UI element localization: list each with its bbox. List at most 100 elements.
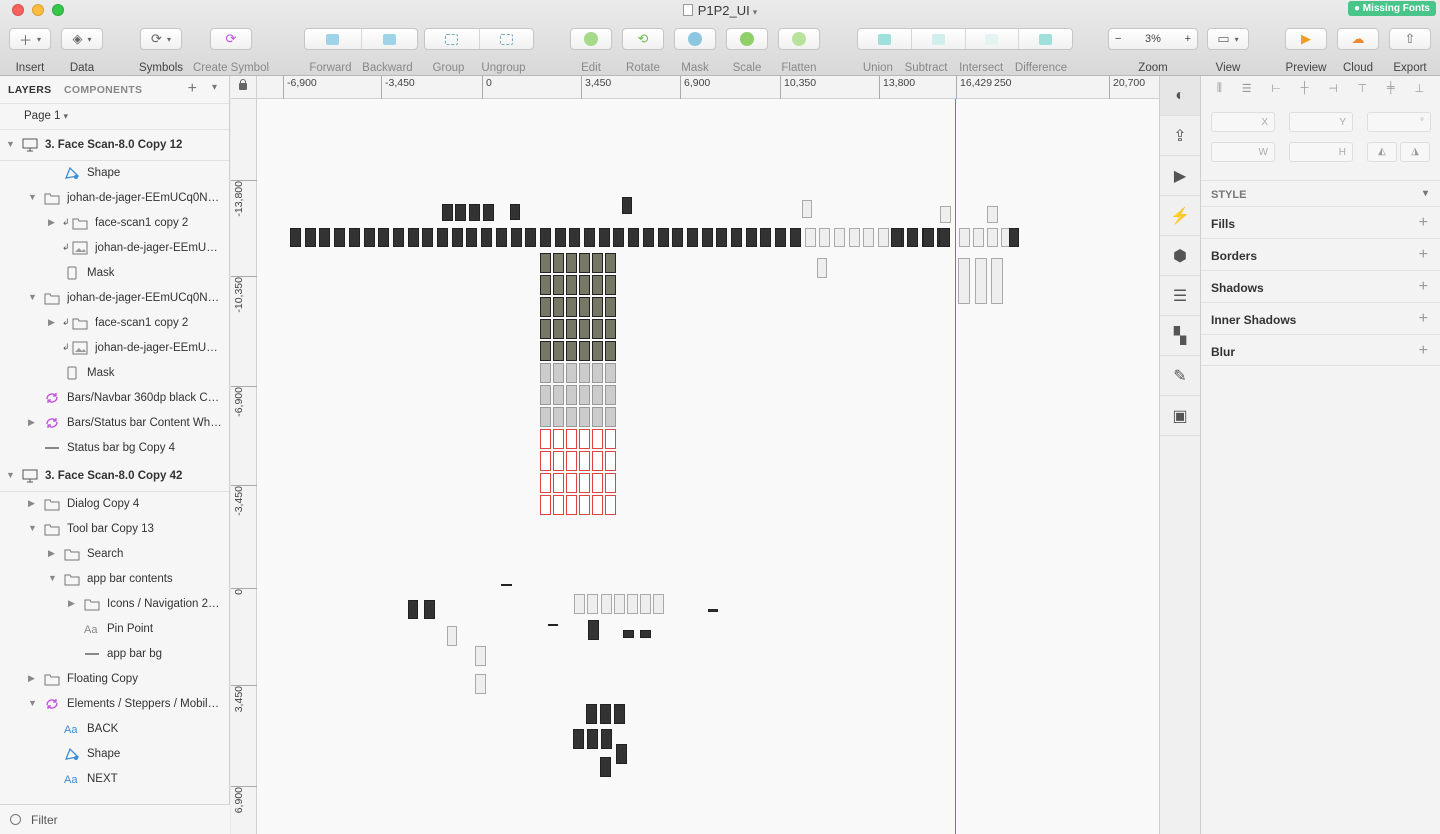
- layer-row[interactable]: ▶ Bars/Status bar Content Whit...: [0, 411, 229, 436]
- layer-row[interactable]: app bar bg: [0, 642, 229, 667]
- artboard-thumbnail[interactable]: [802, 200, 812, 218]
- artboard-thumbnail[interactable]: [475, 674, 486, 694]
- disclosure-closed-icon[interactable]: ▶: [48, 217, 55, 228]
- vertical-ruler[interactable]: -13,800 -10,350 -6,900 -3,450 0 3,450 6,900: [231, 99, 257, 834]
- artboard-thumbnail[interactable]: [540, 429, 551, 449]
- artboard-thumbnail[interactable]: [510, 204, 520, 220]
- artboard-thumbnail[interactable]: [553, 451, 564, 471]
- layer-row[interactable]: ▶ Search: [0, 542, 229, 567]
- add-shadow-icon[interactable]: +: [1419, 278, 1428, 296]
- layer-row[interactable]: ▶ ↲ face-scan1 copy 2: [0, 211, 229, 236]
- blur-row[interactable]: Blur +: [1201, 334, 1440, 366]
- artboard-thumbnail[interactable]: [553, 341, 564, 361]
- minimize-window-button[interactable]: [32, 4, 44, 16]
- disclosure-open-icon[interactable]: ▼: [28, 698, 37, 708]
- artboard-thumbnail[interactable]: [579, 253, 590, 273]
- insert-button[interactable]: ＋ ▾: [9, 28, 51, 50]
- fills-row[interactable]: Fills +: [1201, 206, 1440, 238]
- artboard-thumbnail[interactable]: [584, 228, 595, 247]
- artboard-thumbnail[interactable]: [573, 729, 584, 749]
- artboard-thumbnail[interactable]: [819, 228, 831, 247]
- distribute-vertical-icon[interactable]: ☰: [1242, 82, 1252, 95]
- align-right-icon[interactable]: ⊣: [1328, 82, 1338, 95]
- layer-row[interactable]: ↲ johan-de-jager-EEmUCq...: [0, 236, 229, 261]
- artboard-thumbnail[interactable]: [592, 429, 603, 449]
- artboard-thumbnail[interactable]: [817, 258, 827, 278]
- layer-row[interactable]: ▼ Elements / Steppers / Mobile...: [0, 692, 229, 717]
- layer-row[interactable]: Aa Pin Point: [0, 617, 229, 642]
- artboard-thumbnail[interactable]: [598, 228, 610, 247]
- artboard-thumbnail[interactable]: [592, 473, 603, 493]
- artboard-thumbnail[interactable]: [566, 341, 577, 361]
- artboard-thumbnail[interactable]: [657, 228, 669, 247]
- artboard-thumbnail[interactable]: [469, 204, 480, 221]
- artboard-thumbnail[interactable]: [642, 228, 654, 247]
- artboard-thumbnail[interactable]: [579, 363, 590, 383]
- artboard-thumbnail[interactable]: [592, 407, 603, 427]
- artboard-thumbnail[interactable]: [600, 757, 611, 777]
- artboard-thumbnail[interactable]: [566, 429, 577, 449]
- inspector-tab-actions[interactable]: ⚡: [1160, 196, 1200, 236]
- artboard-thumbnail[interactable]: [628, 228, 640, 247]
- layer-row[interactable]: ▶ Icons / Navigation 24px /...: [0, 592, 229, 617]
- artboard-thumbnail[interactable]: [586, 704, 597, 724]
- artboard-thumbnail[interactable]: [627, 594, 638, 614]
- rotate-button[interactable]: ⟲: [622, 28, 664, 50]
- export-button[interactable]: ⇧: [1389, 28, 1431, 50]
- artboard-thumbnail[interactable]: [592, 451, 603, 471]
- tab-layers[interactable]: LAYERS: [8, 84, 51, 96]
- artboard-thumbnail[interactable]: [653, 594, 664, 614]
- artboard-thumbnail[interactable]: [605, 319, 616, 339]
- union-button[interactable]: [858, 29, 912, 49]
- add-border-icon[interactable]: +: [1419, 246, 1428, 264]
- artboard-thumbnail[interactable]: [566, 275, 577, 295]
- artboard-thumbnail[interactable]: [614, 704, 625, 724]
- artboard-thumbnail[interactable]: [579, 429, 590, 449]
- window-title[interactable]: P1P2_UI ▾: [0, 3, 1440, 18]
- artboard-thumbnail[interactable]: [304, 228, 316, 247]
- disclosure-closed-icon[interactable]: ▶: [48, 548, 55, 559]
- artboard-thumbnail[interactable]: [553, 275, 564, 295]
- artboard-thumbnail[interactable]: [605, 407, 616, 427]
- zoom-control[interactable]: − 3% +: [1108, 28, 1198, 50]
- cloud-tool[interactable]: ☁ Cloud: [1336, 28, 1380, 74]
- artboard-thumbnail[interactable]: [408, 600, 418, 619]
- preview-button[interactable]: ▶: [1285, 28, 1327, 50]
- artboard-thumbnail[interactable]: [587, 594, 598, 614]
- artboard-thumbnail[interactable]: [451, 228, 463, 247]
- artboard-thumbnail[interactable]: [672, 228, 684, 247]
- artboard-thumbnail[interactable]: [592, 495, 603, 515]
- mask-button[interactable]: [674, 28, 716, 50]
- artboard-thumbnail[interactable]: [731, 228, 742, 247]
- artboard-thumbnail[interactable]: [613, 228, 625, 247]
- artboard-thumbnail[interactable]: [605, 429, 616, 449]
- artboard-thumbnail[interactable]: [605, 341, 616, 361]
- artboard-thumbnail[interactable]: [987, 206, 998, 223]
- align-left-icon[interactable]: ⊢: [1271, 82, 1281, 95]
- artboard-thumbnail[interactable]: [481, 228, 493, 247]
- scale-tool[interactable]: Scale: [725, 28, 769, 74]
- disclosure-open-icon[interactable]: ▼: [28, 523, 37, 533]
- artboard-thumbnail[interactable]: [789, 228, 801, 247]
- artboard-thumbnail[interactable]: [605, 495, 616, 515]
- align-bottom-icon[interactable]: ⊥: [1414, 82, 1424, 95]
- artboard-thumbnail[interactable]: [553, 385, 564, 405]
- artboard-thumbnail[interactable]: [592, 341, 603, 361]
- ruler-guide[interactable]: [955, 76, 956, 834]
- close-window-button[interactable]: [12, 4, 24, 16]
- edit-tool[interactable]: Edit: [569, 28, 613, 74]
- layer-row[interactable]: ↲ johan-de-jager-EEmUCq...: [0, 336, 229, 361]
- artboard-thumbnail[interactable]: [540, 473, 551, 493]
- horizontal-ruler[interactable]: -6,900 -3,450 0 3,450 6,900 10,350 13,800 16,42…: [231, 76, 1159, 99]
- ruler-corner[interactable]: [231, 76, 257, 99]
- artboard-thumbnail[interactable]: [907, 228, 918, 247]
- add-inner-shadow-icon[interactable]: +: [1419, 310, 1428, 328]
- missing-fonts-badge[interactable]: ● Missing Fonts: [1347, 1, 1436, 16]
- inspector-tab-plugins[interactable]: ⬢: [1160, 236, 1200, 276]
- inspector-tab-text[interactable]: ☰: [1160, 276, 1200, 316]
- align-top-icon[interactable]: ⊤: [1358, 82, 1368, 95]
- artboard-thumbnail[interactable]: [548, 624, 558, 626]
- artboard-thumbnail[interactable]: [579, 385, 590, 405]
- artboard-thumbnail[interactable]: [579, 319, 590, 339]
- layer-row[interactable]: Mask: [0, 361, 229, 386]
